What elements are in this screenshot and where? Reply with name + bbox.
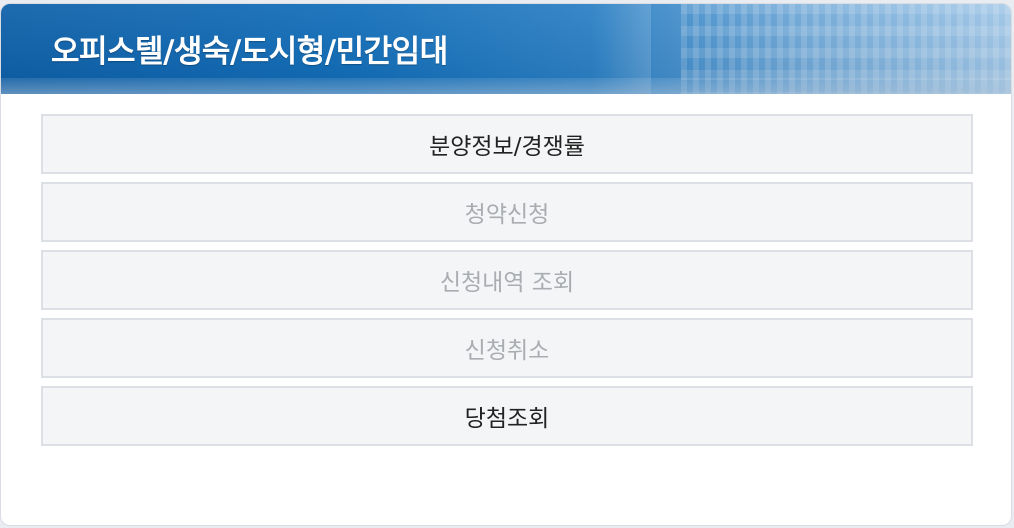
panel-header: 오피스텔/생숙/도시형/민간임대 xyxy=(1,4,1011,94)
application-history-button[interactable]: 신청내역 조회 xyxy=(41,250,973,310)
menu-list: 분양정보/경쟁률 청약신청 신청내역 조회 신청취소 당첨조회 xyxy=(41,114,973,454)
page-title: 오피스텔/생숙/도시형/민간임대 xyxy=(51,34,448,70)
winner-lookup-button[interactable]: 당첨조회 xyxy=(41,386,973,446)
menu-panel: 오피스텔/생숙/도시형/민간임대 분양정보/경쟁률 청약신청 신청내역 조회 신… xyxy=(0,3,1012,526)
subscription-apply-button[interactable]: 청약신청 xyxy=(41,182,973,242)
application-cancel-button[interactable]: 신청취소 xyxy=(41,318,973,378)
sale-info-competition-button[interactable]: 분양정보/경쟁률 xyxy=(41,114,973,174)
